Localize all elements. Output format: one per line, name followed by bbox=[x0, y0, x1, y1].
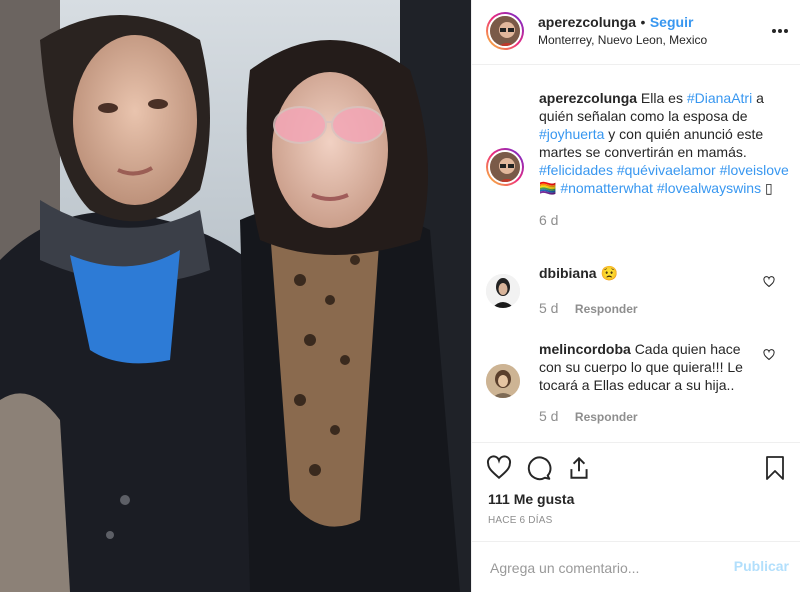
post-actions: 111 Me gusta HACE 6 DÍAS bbox=[472, 442, 800, 543]
hashtag-link[interactable]: #felicidades bbox=[539, 162, 613, 178]
caption-text: Ella es bbox=[637, 90, 687, 106]
post-timestamp[interactable]: HACE 6 DÍAS bbox=[488, 515, 552, 526]
hashtag-link[interactable]: #loveislove bbox=[720, 162, 789, 178]
avatar-image bbox=[490, 152, 520, 182]
rainbow-flag-emoji: 🏳️‍🌈 bbox=[539, 180, 557, 196]
likes-count[interactable]: 111 Me gusta bbox=[488, 491, 574, 507]
avatar-image bbox=[486, 274, 520, 308]
comment-like-heart-icon[interactable] bbox=[763, 348, 775, 361]
photo-illustration bbox=[0, 0, 471, 592]
caption-username[interactable]: aperezcolunga bbox=[539, 90, 637, 106]
caption-author-avatar[interactable] bbox=[486, 148, 524, 186]
comment-username[interactable]: melincordoba bbox=[539, 341, 631, 357]
caption-time[interactable]: 6 d bbox=[539, 211, 789, 229]
follow-button[interactable]: Seguir bbox=[650, 14, 694, 30]
more-horizontal-icon[interactable] bbox=[771, 22, 789, 40]
comment-meta: 5 d Responder bbox=[539, 300, 638, 318]
publish-button[interactable]: Publicar bbox=[734, 558, 789, 574]
post-header: aperezcolunga • Seguir Monterrey, Nuevo … bbox=[472, 0, 800, 65]
author-username[interactable]: aperezcolunga bbox=[538, 14, 636, 30]
post-caption: aperezcolunga Ella es #DianaAtri a quién… bbox=[539, 89, 789, 229]
author-avatar[interactable] bbox=[486, 12, 524, 50]
comment-time[interactable]: 5 d bbox=[539, 408, 558, 424]
comment-username[interactable]: dbibiana bbox=[539, 265, 597, 281]
post-side-panel: aperezcolunga • Seguir Monterrey, Nuevo … bbox=[471, 0, 800, 592]
comment-item: dbibiana 😟 bbox=[539, 265, 618, 282]
header-separator: • bbox=[640, 14, 646, 30]
header-user-line: aperezcolunga • Seguir bbox=[538, 14, 693, 32]
commenter-avatar[interactable] bbox=[486, 364, 520, 398]
hashtag-link[interactable]: #quévivaelamor bbox=[617, 162, 716, 178]
avatar-image bbox=[490, 16, 520, 46]
share-icon[interactable] bbox=[566, 455, 592, 481]
comment-input[interactable] bbox=[488, 556, 722, 580]
hashtag-link[interactable]: #nomatterwhat bbox=[560, 180, 653, 196]
comment-like-heart-icon[interactable] bbox=[763, 275, 775, 288]
post-photo[interactable] bbox=[0, 0, 471, 592]
comment-form: Publicar bbox=[472, 541, 800, 593]
hashtag-link[interactable]: #joyhuerta bbox=[539, 126, 604, 142]
heart-icon[interactable] bbox=[486, 455, 512, 481]
instagram-post: aperezcolunga • Seguir Monterrey, Nuevo … bbox=[0, 0, 800, 592]
comment-item: melincordoba Cada quien hace con su cuer… bbox=[539, 340, 759, 394]
bookmark-icon[interactable] bbox=[763, 455, 787, 481]
reply-button[interactable]: Responder bbox=[575, 410, 638, 424]
post-location[interactable]: Monterrey, Nuevo Leon, Mexico bbox=[538, 33, 707, 47]
commenter-avatar[interactable] bbox=[486, 274, 520, 308]
emoji-placeholder: ▯ bbox=[765, 180, 773, 196]
reply-button[interactable]: Responder bbox=[575, 302, 638, 316]
hashtag-link[interactable]: #lovealwayswins bbox=[657, 180, 761, 196]
comment-text: 😟 bbox=[600, 265, 618, 281]
hashtag-link[interactable]: #DianaAtri bbox=[687, 90, 752, 106]
comment-icon[interactable] bbox=[526, 455, 552, 481]
comment-meta: 5 d Responder bbox=[539, 408, 638, 426]
avatar-image bbox=[486, 364, 520, 398]
comment-time[interactable]: 5 d bbox=[539, 300, 558, 316]
